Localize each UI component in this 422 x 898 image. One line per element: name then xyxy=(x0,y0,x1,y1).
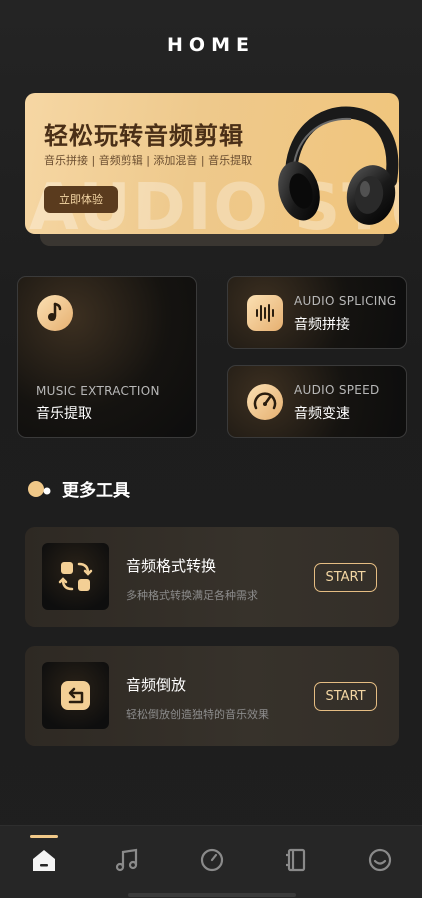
promo-banner[interactable]: AUDIO STUDIO 轻松玩转音频剪辑 音乐拼接 | 音频剪辑 | 添加混音… xyxy=(25,93,399,234)
reverse-icon xyxy=(61,681,90,710)
audio-splicing-cn: 音频拼接 xyxy=(294,317,350,333)
banner-subtitle: 音乐拼接 | 音频剪辑 | 添加混音 | 音乐提取 xyxy=(44,154,253,167)
audio-speed-card[interactable]: AUDIO SPEED 音频变速 xyxy=(227,365,407,438)
music-extraction-card[interactable]: MUSIC EXTRACTION 音乐提取 xyxy=(17,276,197,438)
reverse-name: 音频倒放 xyxy=(126,676,187,694)
nav-profile[interactable] xyxy=(360,840,400,880)
notebook-icon xyxy=(286,848,306,872)
audio-speed-cn: 音频变速 xyxy=(294,406,350,422)
format-convert-tool[interactable]: 音频格式转换 多种格式转换满足各种需求 START xyxy=(25,527,399,627)
nav-speed[interactable] xyxy=(192,840,232,880)
nav-music[interactable] xyxy=(108,840,148,880)
smiley-icon xyxy=(368,848,392,872)
music-extraction-cn: 音乐提取 xyxy=(36,406,92,422)
format-convert-tile xyxy=(42,543,109,610)
music-note-icon xyxy=(37,295,73,331)
nav-home[interactable] xyxy=(24,840,64,880)
reverse-desc: 轻松倒放创造独特的音乐效果 xyxy=(126,708,269,721)
audio-splicing-en: AUDIO SPLICING xyxy=(294,294,397,308)
home-indicator xyxy=(128,893,296,897)
try-now-button[interactable]: 立即体验 xyxy=(44,186,118,213)
speedometer-icon xyxy=(247,384,283,420)
nav-active-indicator xyxy=(30,835,58,838)
page-title: HOME xyxy=(167,34,255,56)
format-convert-desc: 多种格式转换满足各种需求 xyxy=(126,589,258,602)
banner-title: 轻松玩转音频剪辑 xyxy=(44,122,244,150)
format-convert-start-button[interactable]: START xyxy=(314,563,377,592)
more-tools-icon xyxy=(28,481,51,497)
reverse-tile xyxy=(42,662,109,729)
format-convert-name: 音频格式转换 xyxy=(126,557,217,575)
headphones-image xyxy=(278,106,399,225)
app-screen: HOME AUDIO STUDIO 轻松玩转音频剪辑 音乐拼接 | 音频剪辑 |… xyxy=(0,0,422,898)
music-note-icon xyxy=(115,848,138,872)
audio-splicing-card[interactable]: AUDIO SPLICING 音频拼接 xyxy=(227,276,407,349)
reverse-tool[interactable]: 音频倒放 轻松倒放创造独特的音乐效果 START xyxy=(25,646,399,746)
waveform-icon xyxy=(247,295,283,331)
more-tools-title: 更多工具 xyxy=(62,481,130,501)
bottom-navigation xyxy=(0,825,422,898)
home-icon xyxy=(33,850,55,871)
music-extraction-en: MUSIC EXTRACTION xyxy=(36,384,160,398)
audio-speed-en: AUDIO SPEED xyxy=(294,383,380,397)
gauge-icon xyxy=(200,848,224,872)
nav-notebook[interactable] xyxy=(276,840,316,880)
reverse-start-button[interactable]: START xyxy=(314,682,377,711)
format-convert-icon xyxy=(58,562,93,591)
